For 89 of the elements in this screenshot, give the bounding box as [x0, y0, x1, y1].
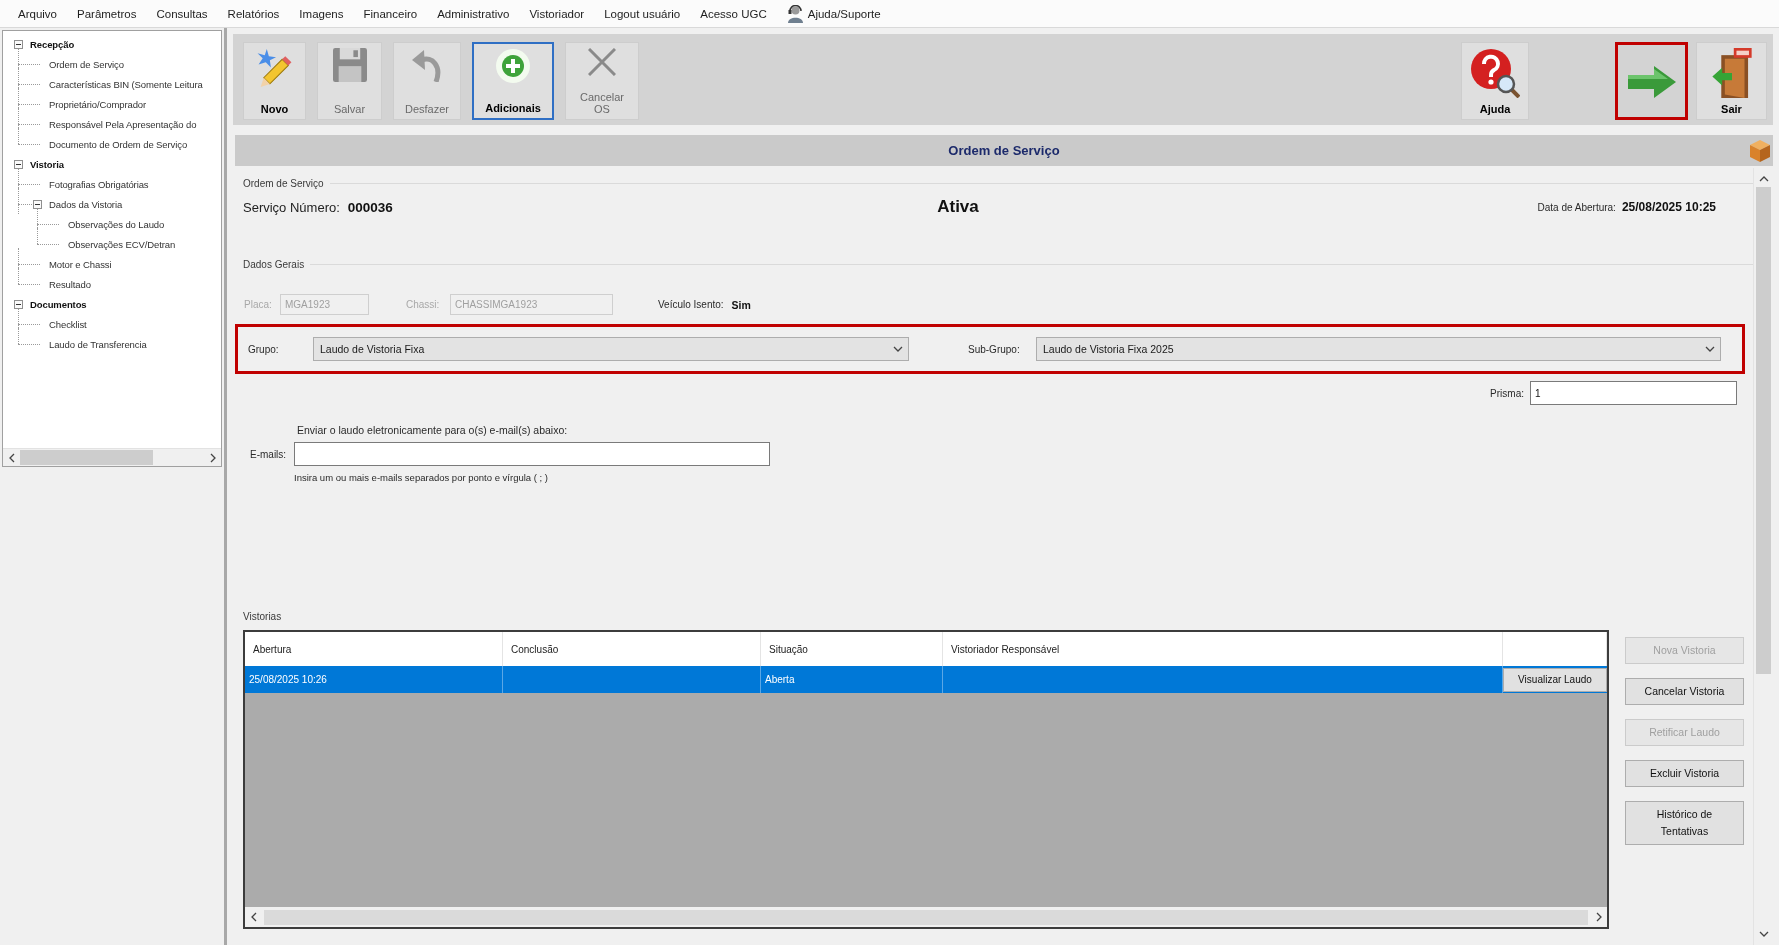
- tree-item[interactable]: Observações do Laudo: [66, 217, 167, 231]
- field-label: Grupo:: [248, 343, 280, 355]
- tree-item[interactable]: Resultado: [47, 277, 93, 291]
- tree-item[interactable]: Fotografias Obrigatórias: [47, 177, 151, 191]
- help-note: Insira um ou mais e-mails separados por ponto e vírgula ( ; ): [293, 472, 548, 484]
- menu-item[interactable]: Ajuda/Suporte: [776, 4, 891, 23]
- tree-item[interactable]: Motor e Chassi: [47, 257, 114, 271]
- group-legend: Ordem de Serviço: [243, 177, 324, 189]
- minus-box-icon[interactable]: [13, 39, 23, 49]
- menu-item[interactable]: Financeiro: [353, 7, 428, 20]
- chevron-right-icon: [209, 452, 216, 463]
- group-legend: Dados Gerais: [243, 258, 305, 270]
- scrollbar-thumb[interactable]: [1756, 187, 1771, 674]
- table-cell: Aberta: [761, 666, 943, 693]
- minus-box-icon[interactable]: [13, 299, 23, 309]
- minus-box-icon[interactable]: [32, 199, 42, 209]
- tree-item[interactable]: Ordem de Serviço: [47, 57, 126, 71]
- tree-item[interactable]: Proprietário/Comprador: [47, 97, 149, 111]
- menu-item[interactable]: Relatórios: [217, 7, 290, 20]
- toolbar-button[interactable]: Sair: [1696, 42, 1767, 120]
- curved-arrow-icon: [412, 48, 442, 82]
- right-arrow-icon: [1627, 65, 1676, 98]
- menu-item[interactable]: Arquivo: [8, 7, 67, 20]
- menu-item[interactable]: Parâmetros: [67, 7, 147, 20]
- tree-item[interactable]: Checklist: [47, 317, 89, 331]
- chevron-down-icon: [1705, 346, 1715, 352]
- prism-field[interactable]: 1: [1530, 381, 1737, 405]
- tree-item[interactable]: Observações ECV/Detran: [66, 237, 178, 251]
- field-label: Data de Abertura:: [1537, 202, 1616, 213]
- view-report-button[interactable]: Visualizar Laudo: [1503, 667, 1607, 692]
- toolbar-button[interactable]: Ajuda: [1461, 42, 1529, 120]
- field-label: Serviço Número:: [243, 199, 340, 215]
- group-dropdown[interactable]: Laudo de Vistoria Fixa: [313, 337, 909, 361]
- minus-box-icon[interactable]: [13, 159, 23, 169]
- field-label: Chassi:: [406, 299, 441, 310]
- horizontal-scrollbar[interactable]: [3, 448, 221, 466]
- person-icon: [786, 4, 804, 23]
- tree-item[interactable]: Responsável Pela Apresentação do: [47, 117, 199, 131]
- field-label: Placa:: [244, 299, 273, 310]
- exit-door-icon: [1711, 48, 1752, 98]
- toolbar-button[interactable]: [1615, 42, 1688, 120]
- menu-item[interactable]: Consultas: [146, 7, 218, 20]
- menu-item[interactable]: Logout usuário: [594, 7, 691, 20]
- save-icon: [332, 48, 367, 82]
- window-title: Ordem de Serviço: [948, 143, 1060, 158]
- tree-item[interactable]: Características BIN (Somente Leitura: [47, 77, 205, 91]
- table-row[interactable]: 25/08/2025 10:26 Aberta Visualizar Laudo: [245, 666, 1607, 693]
- field-label: Veículo Isento:: [658, 299, 724, 310]
- question-magnifier-icon: [1470, 48, 1520, 98]
- field-label: Prisma:: [1490, 387, 1524, 399]
- subgroup-dropdown[interactable]: Laudo de Vistoria Fixa 2025: [1036, 337, 1721, 361]
- email-caption: Enviar o laudo eletronicamente para o(s) e-mail(s) abaixo:: [296, 424, 568, 436]
- chevron-down-icon: [893, 346, 903, 352]
- opening-date: 25/08/2025 10:25: [1621, 200, 1716, 214]
- x-icon: [588, 48, 616, 76]
- vertical-scrollbar[interactable]: [1753, 168, 1773, 945]
- chevron-up-icon: [1758, 176, 1769, 182]
- tree-item[interactable]: Dados da Vistoria: [47, 197, 125, 211]
- tree-item[interactable]: Recepção: [28, 37, 77, 51]
- table-cell: 25/08/2025 10:26: [245, 666, 503, 693]
- tree-item[interactable]: Vistoria: [28, 157, 66, 171]
- chevron-left-icon: [8, 452, 15, 463]
- plus-circle-icon: [496, 49, 530, 83]
- tree-item[interactable]: Documentos: [28, 297, 89, 311]
- toolbar-button[interactable]: Novo: [243, 42, 306, 120]
- menu-item[interactable]: Imagens: [289, 7, 354, 20]
- field-label: E-mails:: [250, 448, 288, 460]
- action-button[interactable]: Cancelar Vistoria: [1625, 678, 1744, 705]
- chevron-down-icon: [1758, 931, 1769, 937]
- toolbar-button[interactable]: Adicionais: [472, 42, 554, 120]
- email-field[interactable]: [294, 442, 770, 466]
- status-text: Ativa: [937, 197, 979, 217]
- tree-item[interactable]: Laudo de Transferencia: [47, 337, 149, 351]
- chevron-right-icon: [1595, 912, 1602, 922]
- tree-item[interactable]: Documento de Ordem de Serviço: [47, 137, 190, 151]
- chevron-left-icon: [250, 912, 257, 922]
- field-value: Sim: [731, 298, 751, 311]
- menu-item[interactable]: Acesso UGC: [690, 7, 777, 20]
- box-icon: [1750, 139, 1770, 162]
- menu-item[interactable]: Vistoriador: [519, 7, 595, 20]
- service-number: 000036: [347, 199, 393, 215]
- scrollbar-thumb[interactable]: [20, 450, 153, 465]
- menu-item[interactable]: Administrativo: [427, 7, 520, 20]
- horizontal-scrollbar[interactable]: [245, 907, 1607, 927]
- pencil-star-icon: [255, 48, 294, 88]
- group-legend: Vistorias: [243, 610, 282, 622]
- action-button[interactable]: Histórico de Tentativas: [1625, 801, 1744, 845]
- field-label: Sub-Grupo:: [968, 343, 1021, 355]
- action-button[interactable]: Excluir Vistoria: [1625, 760, 1744, 787]
